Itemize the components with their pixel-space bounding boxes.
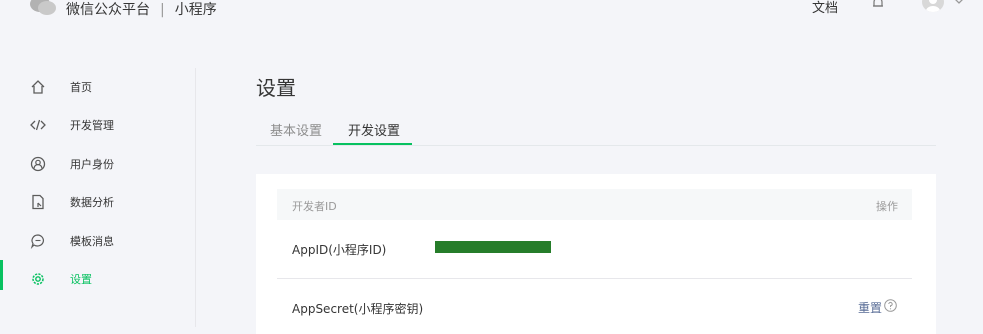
- top-bar: 微信公众平台 | 小程序 文档: [0, 0, 983, 30]
- page-title: 设置: [256, 76, 296, 100]
- wechat-logo-icon: [30, 0, 56, 15]
- user-avatar-icon: [926, 0, 940, 12]
- user-icon: [30, 156, 46, 172]
- sidebar-item-settings[interactable]: 设置: [0, 260, 195, 298]
- column-header-developer-id: 开发者ID: [292, 200, 337, 213]
- sidebar-item-label: 首页: [70, 81, 92, 94]
- appsecret-label: AppSecret(小程序密钥): [292, 302, 424, 316]
- sidebar-item-template-messages[interactable]: 模板消息: [0, 222, 195, 260]
- sidebar-item-label: 用户身份: [70, 158, 114, 171]
- home-icon: [31, 80, 45, 94]
- tab-dev-settings[interactable]: 开发设置: [348, 120, 400, 139]
- sidebar-item-data-analysis[interactable]: 数据分析: [0, 183, 195, 221]
- avatar[interactable]: [922, 0, 944, 12]
- sidebar-item-dev-management[interactable]: 开发管理: [0, 106, 195, 144]
- data-analysis-icon: [32, 194, 44, 210]
- redacted-appid-value: [435, 241, 551, 253]
- tab-bar: 基本设置 开发设置: [256, 114, 936, 146]
- bell-icon[interactable]: [871, 0, 885, 10]
- table-header: 开发者ID 操作: [277, 189, 912, 220]
- column-header-actions: 操作: [876, 200, 898, 213]
- sidebar-item-label: 数据分析: [70, 196, 114, 209]
- help-icon[interactable]: [884, 299, 897, 312]
- chevron-down-icon[interactable]: [953, 0, 965, 7]
- table-row-appsecret: AppSecret(小程序密钥) 重置: [277, 279, 912, 329]
- appid-label: AppID(小程序ID): [292, 243, 387, 257]
- sidebar-item-label: 模板消息: [70, 235, 114, 248]
- reset-secret-link[interactable]: 重置: [858, 299, 882, 316]
- sidebar-item-label: 开发管理: [70, 119, 114, 132]
- brand-separator: |: [160, 2, 165, 18]
- table-row-appid: AppID(小程序ID): [277, 220, 912, 279]
- sidebar-item-home[interactable]: 首页: [0, 68, 195, 106]
- brand[interactable]: 微信公众平台 | 小程序: [66, 0, 217, 19]
- tab-basic-settings[interactable]: 基本设置: [270, 120, 322, 139]
- developer-id-card: 开发者ID 操作 AppID(小程序ID) AppSecret(小程序密钥) 重…: [256, 174, 936, 334]
- sidebar: 首页 开发管理 用户身份 数据分析 模板消息 设置: [0, 68, 196, 327]
- product-name: 小程序: [174, 2, 217, 18]
- tab-active-underline: [333, 143, 412, 145]
- active-indicator: [0, 260, 3, 290]
- sidebar-item-label: 设置: [70, 273, 92, 286]
- code-icon: [30, 119, 46, 131]
- brand-name: 微信公众平台: [66, 2, 150, 18]
- message-icon: [30, 234, 44, 249]
- sidebar-item-user-identity[interactable]: 用户身份: [0, 145, 195, 183]
- docs-link[interactable]: 文档: [812, 0, 838, 16]
- gear-icon: [32, 273, 44, 285]
